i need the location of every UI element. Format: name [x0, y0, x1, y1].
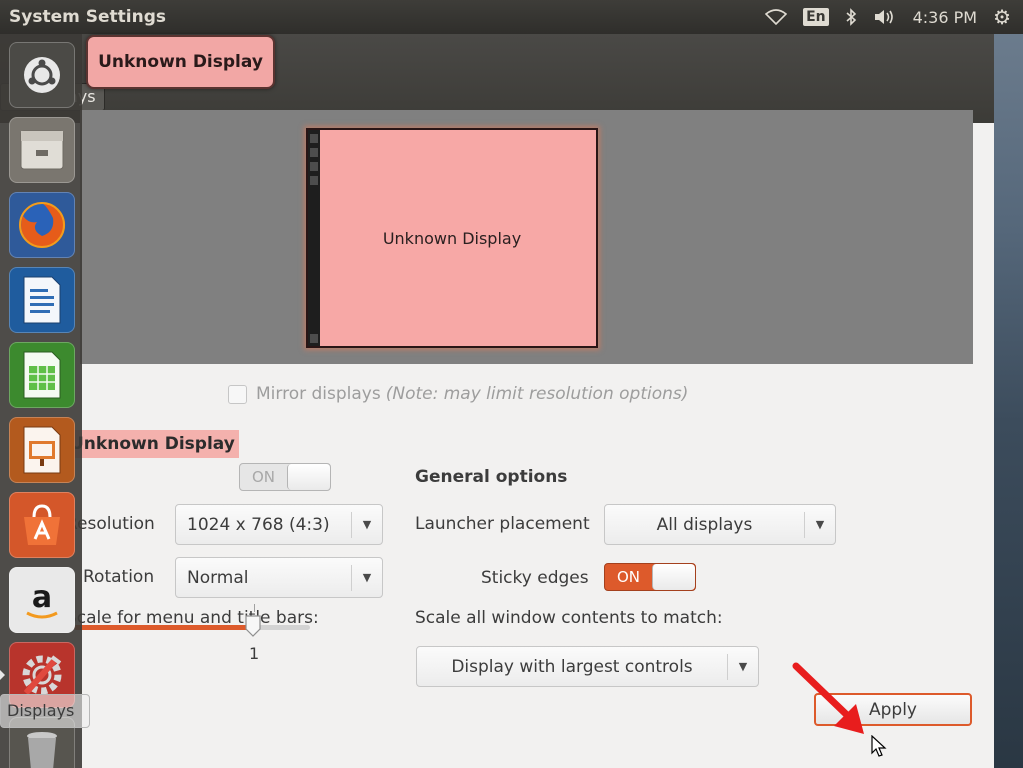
scale-slider-value: 1 — [249, 644, 260, 663]
top-panel: System Settings En 4:36 PM ⚙ — [0, 0, 1023, 34]
display-preview-label: Unknown Display — [382, 228, 522, 248]
rotation-label: Rotation — [83, 567, 155, 587]
scale-all-dropdown[interactable]: Display with largest controls ▼ — [416, 646, 759, 687]
rotation-dropdown[interactable]: Normal ▼ — [175, 557, 383, 598]
scale-all-label: Scale all window contents to match: — [415, 608, 723, 628]
launcher-tooltip: Unknown Display — [86, 35, 275, 89]
scale-slider-handle[interactable] — [244, 614, 262, 638]
writer-icon[interactable] — [9, 267, 75, 333]
sticky-edges-state: ON — [616, 568, 641, 586]
dash-icon[interactable] — [9, 42, 75, 108]
launcher-placement-label: Launcher placement — [415, 514, 590, 534]
scale-slider-track[interactable] — [74, 625, 310, 630]
toggle-knob — [652, 564, 695, 590]
display-preview[interactable]: Unknown Display — [306, 128, 598, 348]
sticky-edges-label: Sticky edges — [481, 568, 589, 588]
clock[interactable]: 4:36 PM — [913, 8, 977, 27]
volume-icon[interactable] — [873, 8, 897, 26]
slider-tick — [254, 604, 255, 612]
sticky-edges-toggle[interactable]: ON — [604, 563, 696, 591]
launcher: a — [0, 34, 82, 768]
chevron-down-icon: ▼ — [362, 571, 372, 584]
display-power-toggle[interactable]: ON — [239, 463, 331, 491]
mirror-displays-checkbox[interactable] — [228, 384, 247, 404]
active-app-indicator — [0, 670, 5, 680]
svg-text:a: a — [32, 580, 52, 615]
chevron-down-icon: ▼ — [362, 518, 372, 531]
mouse-cursor-icon — [871, 735, 887, 757]
scale-all-value: Display with largest controls — [451, 656, 693, 677]
files-icon[interactable] — [9, 117, 75, 183]
rotation-value: Normal — [187, 567, 249, 588]
display-power-state: ON — [251, 468, 276, 486]
mirror-displays-note: (Note: may limit resolution options) — [385, 384, 689, 404]
system-gear-icon[interactable]: ⚙ — [993, 5, 1011, 29]
keyboard-layout-icon[interactable]: En — [803, 8, 829, 26]
selected-display-name: Unknown Display — [66, 430, 239, 458]
firefox-icon[interactable] — [9, 192, 75, 258]
mirror-displays-label: Mirror displays — [256, 384, 381, 404]
software-center-icon[interactable] — [9, 492, 75, 558]
bottom-displays-chip[interactable]: Displays — [0, 694, 90, 728]
chevron-down-icon: ▼ — [815, 518, 825, 531]
display-arrangement-area: Unknown Display — [80, 110, 973, 364]
launcher-placement-value: All displays — [656, 514, 753, 535]
mirror-displays-row[interactable]: Mirror displays (Note: may limit resolut… — [228, 384, 688, 404]
wifi-icon[interactable] — [765, 9, 788, 25]
launcher-placement-dropdown[interactable]: All displays ▼ — [604, 504, 836, 545]
chevron-down-icon: ▼ — [738, 660, 748, 673]
window-title: System Settings — [9, 7, 166, 27]
indicator-area: En 4:36 PM ⚙ — [749, 0, 1023, 34]
annotation-arrow-icon — [792, 662, 864, 734]
general-options-heading: General options — [415, 467, 568, 487]
toggle-knob — [287, 464, 330, 490]
scale-slider-fill — [74, 625, 253, 630]
amazon-icon[interactable]: a — [9, 567, 75, 633]
resolution-dropdown[interactable]: 1024 x 768 (4:3) ▼ — [175, 504, 383, 545]
resolution-value: 1024 x 768 (4:3) — [187, 514, 330, 535]
impress-icon[interactable] — [9, 417, 75, 483]
calc-icon[interactable] — [9, 342, 75, 408]
bluetooth-icon[interactable] — [845, 8, 857, 26]
